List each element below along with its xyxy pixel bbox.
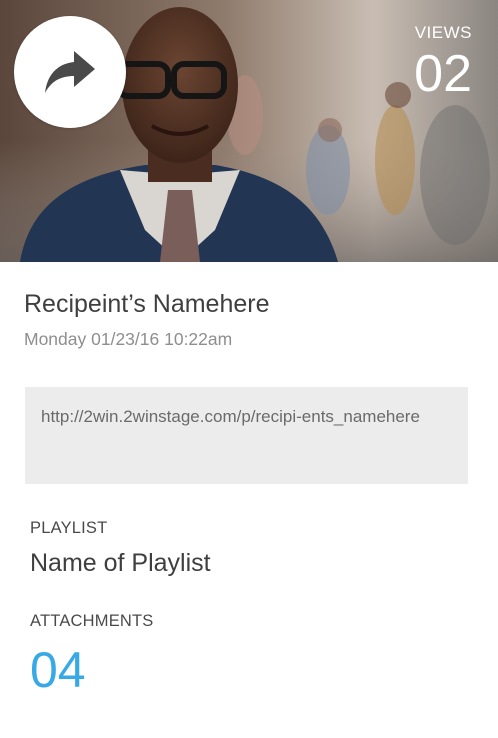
hero-photo: VIEWS 02	[0, 0, 498, 262]
recipient-card: VIEWS 02 Recipeint’s Namehere Monday 01/…	[0, 0, 498, 738]
attachments-count[interactable]: 04	[30, 640, 86, 700]
sent-timestamp: Monday 01/23/16 10:22am	[24, 329, 233, 349]
recipient-name: Recipeint’s Namehere	[24, 290, 270, 318]
share-link-url[interactable]: http://2win.2winstage.com/p/recipi-ents_…	[41, 401, 421, 432]
share-arrow-icon	[45, 51, 95, 93]
views-counter: VIEWS 02	[414, 22, 472, 102]
share-link-box[interactable]: http://2win.2winstage.com/p/recipi-ents_…	[25, 387, 468, 484]
attachments-label: ATTACHMENTS	[30, 612, 154, 630]
views-label: VIEWS	[414, 23, 472, 42]
playlist-name[interactable]: Name of Playlist	[30, 547, 211, 579]
playlist-label: PLAYLIST	[30, 519, 108, 537]
views-count: 02	[414, 45, 472, 103]
share-button[interactable]	[14, 16, 126, 128]
